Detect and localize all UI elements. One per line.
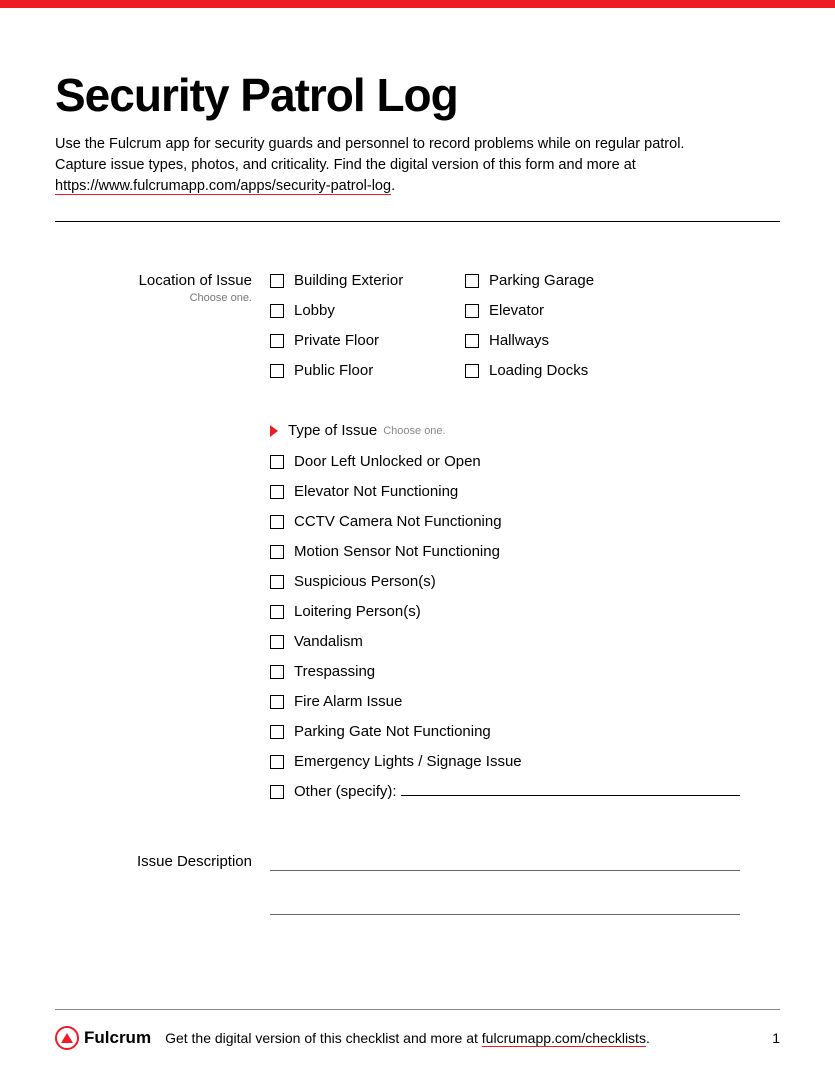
location-col-2: Parking Garage Elevator Hallways Loading…	[465, 272, 660, 392]
footer-row: Fulcrum Get the digital version of this …	[55, 1026, 780, 1050]
type-header: Type of Issue Choose one.	[270, 422, 740, 439]
type-option[interactable]: Vandalism	[270, 633, 740, 650]
location-label: Location of Issue	[139, 272, 252, 289]
description-label: Issue Description	[137, 853, 252, 870]
type-options: Type of Issue Choose one. Door Left Unlo…	[270, 422, 740, 813]
type-option[interactable]: Fire Alarm Issue	[270, 693, 740, 710]
form-area: Location of Issue Choose one. Building E…	[55, 272, 780, 941]
type-option[interactable]: Parking Gate Not Functioning	[270, 723, 740, 740]
checkbox-icon	[270, 545, 284, 559]
location-col-1: Building Exterior Lobby Private Floor Pu…	[270, 272, 465, 392]
location-option[interactable]: Lobby	[270, 302, 465, 319]
location-sublabel: Choose one.	[95, 292, 252, 304]
footer-text-2: .	[646, 1030, 650, 1046]
top-red-bar	[0, 0, 835, 8]
checkbox-icon	[270, 274, 284, 288]
description-line	[270, 897, 740, 915]
intro-paragraph: Use the Fulcrum app for security guards …	[55, 134, 695, 197]
checkbox-icon	[270, 725, 284, 739]
description-line	[270, 853, 740, 871]
type-option[interactable]: Trespassing	[270, 663, 740, 680]
checkbox-icon	[270, 485, 284, 499]
checkbox-icon	[270, 304, 284, 318]
location-option[interactable]: Hallways	[465, 332, 660, 349]
intro-text-2: .	[391, 178, 395, 194]
type-sublabel: Choose one.	[383, 425, 445, 437]
location-option[interactable]: Private Floor	[270, 332, 465, 349]
intro-text-1: Use the Fulcrum app for security guards …	[55, 136, 684, 173]
page-container: Security Patrol Log Use the Fulcrum app …	[0, 8, 835, 1080]
checkbox-icon	[270, 665, 284, 679]
footer-divider	[55, 1009, 780, 1010]
location-option[interactable]: Parking Garage	[465, 272, 660, 289]
other-label: Other (specify):	[294, 783, 397, 800]
footer-text: Get the digital version of this checklis…	[165, 1030, 650, 1046]
type-label-col	[95, 422, 270, 813]
fulcrum-logo-icon	[55, 1026, 79, 1050]
type-option[interactable]: Door Left Unlocked or Open	[270, 453, 740, 470]
description-label-col: Issue Description	[95, 853, 270, 941]
type-option[interactable]: Elevator Not Functioning	[270, 483, 740, 500]
type-option[interactable]: Suspicious Person(s)	[270, 573, 740, 590]
location-option[interactable]: Elevator	[465, 302, 660, 319]
triangle-icon	[61, 1033, 73, 1043]
type-option[interactable]: Loitering Person(s)	[270, 603, 740, 620]
type-option[interactable]: Motion Sensor Not Functioning	[270, 543, 740, 560]
section-type: Type of Issue Choose one. Door Left Unlo…	[95, 422, 740, 813]
checkbox-icon	[465, 334, 479, 348]
footer: Fulcrum Get the digital version of this …	[55, 1009, 780, 1050]
other-input-line[interactable]	[401, 795, 740, 796]
checkbox-icon	[270, 515, 284, 529]
caret-right-icon	[270, 425, 278, 437]
location-option[interactable]: Public Floor	[270, 362, 465, 379]
footer-text-1: Get the digital version of this checklis…	[165, 1030, 482, 1046]
location-option[interactable]: Building Exterior	[270, 272, 465, 289]
checkbox-icon	[270, 455, 284, 469]
page-number: 1	[772, 1030, 780, 1046]
checkbox-icon	[270, 695, 284, 709]
intro-link[interactable]: https://www.fulcrumapp.com/apps/security…	[55, 178, 391, 195]
location-options: Building Exterior Lobby Private Floor Pu…	[270, 272, 740, 392]
footer-link[interactable]: fulcrumapp.com/checklists	[482, 1030, 646, 1047]
section-description: Issue Description	[95, 853, 740, 941]
fulcrum-logo: Fulcrum	[55, 1026, 151, 1050]
fulcrum-logo-text: Fulcrum	[84, 1028, 151, 1048]
type-label: Type of Issue	[288, 422, 377, 439]
checkbox-icon	[465, 304, 479, 318]
type-option[interactable]: CCTV Camera Not Functioning	[270, 513, 740, 530]
checkbox-icon	[270, 755, 284, 769]
location-label-col: Location of Issue Choose one.	[95, 272, 270, 392]
checkbox-icon	[270, 635, 284, 649]
header-divider	[55, 221, 780, 222]
checkbox-icon	[270, 605, 284, 619]
checkbox-icon	[270, 785, 284, 799]
checkbox-icon	[270, 364, 284, 378]
checkbox-icon	[270, 334, 284, 348]
location-option[interactable]: Loading Docks	[465, 362, 660, 379]
type-option[interactable]: Emergency Lights / Signage Issue	[270, 753, 740, 770]
description-lines[interactable]	[270, 853, 740, 941]
section-location: Location of Issue Choose one. Building E…	[95, 272, 740, 392]
page-title: Security Patrol Log	[55, 68, 780, 122]
type-option-other[interactable]: Other (specify):	[270, 783, 740, 800]
checkbox-icon	[465, 274, 479, 288]
checkbox-icon	[270, 575, 284, 589]
checkbox-icon	[465, 364, 479, 378]
